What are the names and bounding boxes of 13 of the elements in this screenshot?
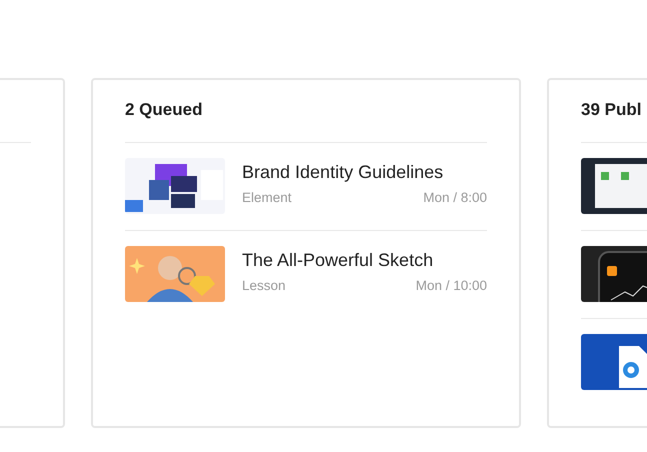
card-title: 39 Publ — [581, 100, 642, 121]
item-time: Mon / 8:00 — [423, 188, 487, 207]
item-type: Lesson — [242, 276, 286, 295]
item-type: Element — [242, 188, 292, 207]
dashboard-thumbnail[interactable] — [581, 158, 647, 214]
card-title: 2 Queued — [125, 100, 204, 121]
phone-thumbnail[interactable] — [581, 246, 647, 302]
item-title[interactable]: The All-Powerful Sketch — [242, 250, 487, 272]
illustration-thumbnail[interactable] — [125, 246, 225, 302]
slides-thumbnail[interactable] — [125, 158, 225, 214]
document-thumbnail[interactable] — [581, 334, 647, 390]
item-time: Mon / 10:00 — [416, 276, 487, 295]
item-title[interactable]: Brand Identity Guidelines — [242, 162, 487, 184]
